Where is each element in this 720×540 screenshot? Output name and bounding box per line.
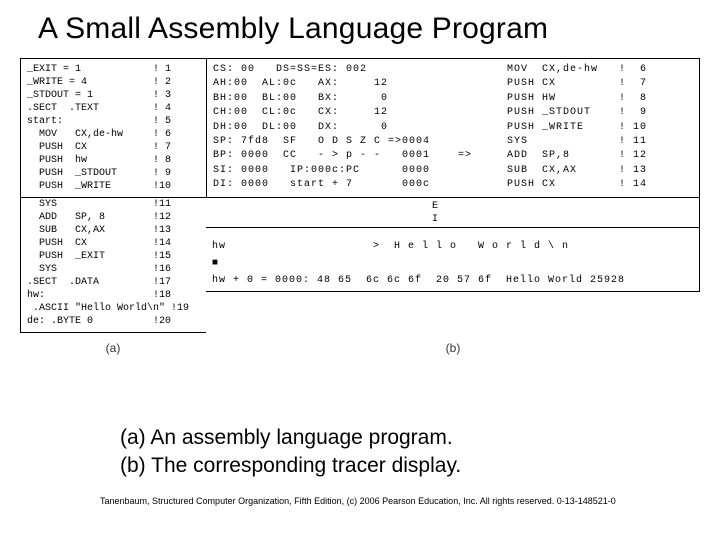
label-a: (a) [20, 341, 206, 355]
panel-a-source-bottom: SYS !11 ADD SP, 8 !12 SUB CX,AX !13 PUSH… [20, 198, 206, 333]
figure-top-row: _EXIT = 1 ! 1 _WRITE = 4 ! 2 _STDOUT = 1… [20, 58, 700, 198]
caption-line-b: (b) The corresponding tracer display. [120, 452, 700, 480]
slide-root: A Small Assembly Language Program _EXIT … [0, 0, 720, 540]
figure-labels: (a) (b) [20, 341, 700, 355]
panel-b-registers: CS: 00 DS=SS=ES: 002 MOV CX,de-hw ! 6 AH… [206, 58, 700, 198]
label-b: (b) [206, 341, 700, 355]
caption-block: (a) An assembly language program. (b) Th… [120, 424, 700, 480]
panel-b-right-col: E I hw > H e l l o W o r l d \ n ■ hw + … [206, 198, 700, 333]
panel-b-output: hw > H e l l o W o r l d \ n ■ hw + 0 = … [206, 228, 700, 292]
slide-title: A Small Assembly Language Program [38, 12, 700, 46]
panel-a-source-top: _EXIT = 1 ! 1 _WRITE = 4 ! 2 _STDOUT = 1… [20, 58, 206, 198]
panel-b-ei: E I [206, 198, 700, 228]
credit-line: Tanenbaum, Structured Computer Organizat… [100, 496, 616, 506]
caption-line-a: (a) An assembly language program. [120, 424, 700, 452]
figure-mid-row: SYS !11 ADD SP, 8 !12 SUB CX,AX !13 PUSH… [20, 198, 700, 333]
figure-container: _EXIT = 1 ! 1 _WRITE = 4 ! 2 _STDOUT = 1… [20, 58, 700, 398]
